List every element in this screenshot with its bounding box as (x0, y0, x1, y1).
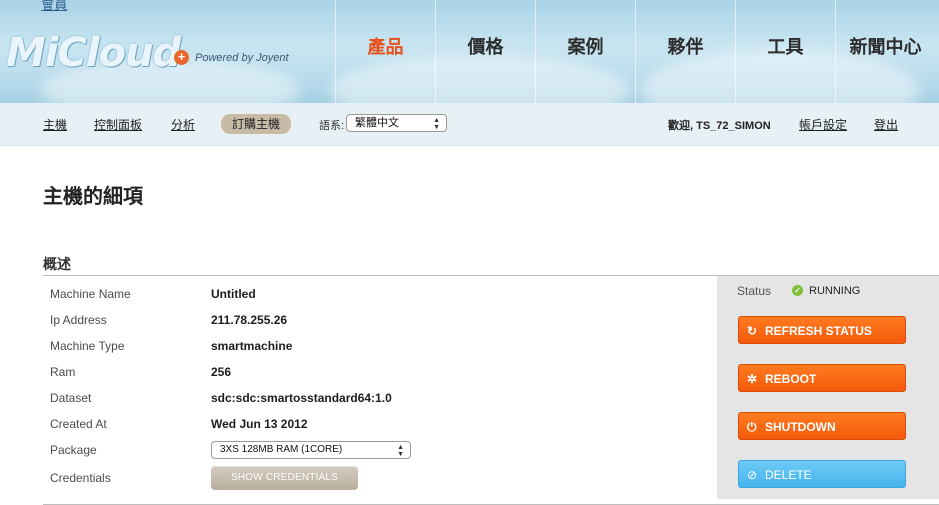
reboot-button[interactable]: ✲ REBOOT (738, 364, 906, 392)
nav-item-tools[interactable]: 工具 (735, 0, 835, 103)
nav-item-cases[interactable]: 案例 (535, 0, 635, 103)
detail-label-package: Package (50, 443, 97, 457)
status-value: RUNNING (809, 285, 861, 297)
account-settings-link[interactable]: 帳戶設定 (799, 116, 847, 133)
detail-label-credentials: Credentials (50, 471, 111, 485)
top-link-row: 會員 (28, 0, 67, 13)
reboot-label: REBOOT (765, 372, 817, 386)
detail-value-dataset: sdc:sdc:smartosstandard64:1.0 (211, 391, 392, 405)
nav-item-partners[interactable]: 夥伴 (635, 0, 735, 103)
refresh-icon: ↻ (747, 324, 758, 338)
delete-label: DELETE (765, 468, 812, 482)
refresh-status-button[interactable]: ↻ REFRESH STATUS (738, 316, 906, 344)
page-title: 主機的細項 (43, 186, 143, 208)
welcome-text: 歡迎, TS_72_SIMON (668, 120, 771, 132)
detail-value-machine-type: smartmachine (211, 339, 293, 353)
sub-nav: 主機 控制面板 分析 訂購主機 語系: 繁體中文 ▲ ▼ 歡迎, TS_72_SI… (0, 103, 939, 146)
language-label: 語系: (319, 120, 345, 132)
shutdown-button[interactable]: ⏻ SHUTDOWN (738, 412, 906, 440)
subnav-analytics-link[interactable]: 分析 (171, 116, 195, 133)
micloud-logo[interactable]: MiCloud (6, 30, 181, 76)
detail-value-machine-name: Untitled (211, 287, 256, 301)
block-icon: ⊘ (747, 468, 758, 482)
subnav-order-machine-tab[interactable]: 訂購主機 (221, 114, 291, 134)
detail-label-machine-type: Machine Type (50, 339, 125, 353)
logout-link[interactable]: 登出 (874, 116, 898, 133)
logo-plus-icon: + (174, 50, 189, 65)
detail-label-created-at: Created At (50, 417, 107, 431)
detail-value-ip-address: 211.78.255.26 (211, 313, 288, 327)
gear-icon: ✲ (747, 372, 758, 386)
detail-value-created-at: Wed Jun 13 2012 (211, 417, 308, 431)
subnav-control-panel-link[interactable]: 控制面板 (94, 116, 142, 133)
show-credentials-button[interactable]: SHOW CREDENTIALS (211, 466, 358, 490)
main-nav: 產品 價格 案例 夥伴 工具 新聞中心 (335, 0, 935, 103)
select-arrows-icon: ▲ ▼ (397, 444, 404, 458)
site-header: 會員 MiCloud + Powered by Joyent 產品 價格 案例 … (0, 0, 939, 103)
delete-button[interactable]: ⊘ DELETE (738, 460, 906, 488)
detail-label-dataset: Dataset (50, 391, 92, 405)
language-select-value: 繁體中文 (355, 117, 399, 129)
section-title: 概述 (43, 256, 71, 272)
package-select[interactable]: 3XS 128MB RAM (1CORE) ▲ ▼ (211, 441, 411, 459)
language-select[interactable]: 繁體中文 ▲ ▼ (346, 114, 447, 132)
detail-label-ip-address: Ip Address (50, 313, 107, 327)
top-cut-text (28, 0, 32, 12)
nav-item-news[interactable]: 新聞中心 (835, 0, 935, 103)
shutdown-label: SHUTDOWN (765, 420, 836, 434)
member-link[interactable]: 會員 (41, 0, 67, 12)
select-arrows-icon: ▲ ▼ (433, 117, 440, 131)
refresh-status-label: REFRESH STATUS (765, 324, 872, 338)
power-icon: ⏻ (747, 420, 757, 434)
powered-by-text: Powered by Joyent (195, 52, 289, 64)
detail-value-ram: 256 (211, 365, 232, 379)
subnav-machines-link[interactable]: 主機 (43, 116, 67, 133)
detail-label-machine-name: Machine Name (50, 287, 131, 301)
check-icon: ✓ (792, 285, 803, 296)
status-label: Status (737, 284, 772, 298)
nav-item-pricing[interactable]: 價格 (435, 0, 535, 103)
detail-label-ram: Ram (50, 365, 76, 379)
nav-item-products[interactable]: 產品 (335, 0, 435, 103)
package-select-value: 3XS 128MB RAM (1CORE) (220, 444, 343, 455)
